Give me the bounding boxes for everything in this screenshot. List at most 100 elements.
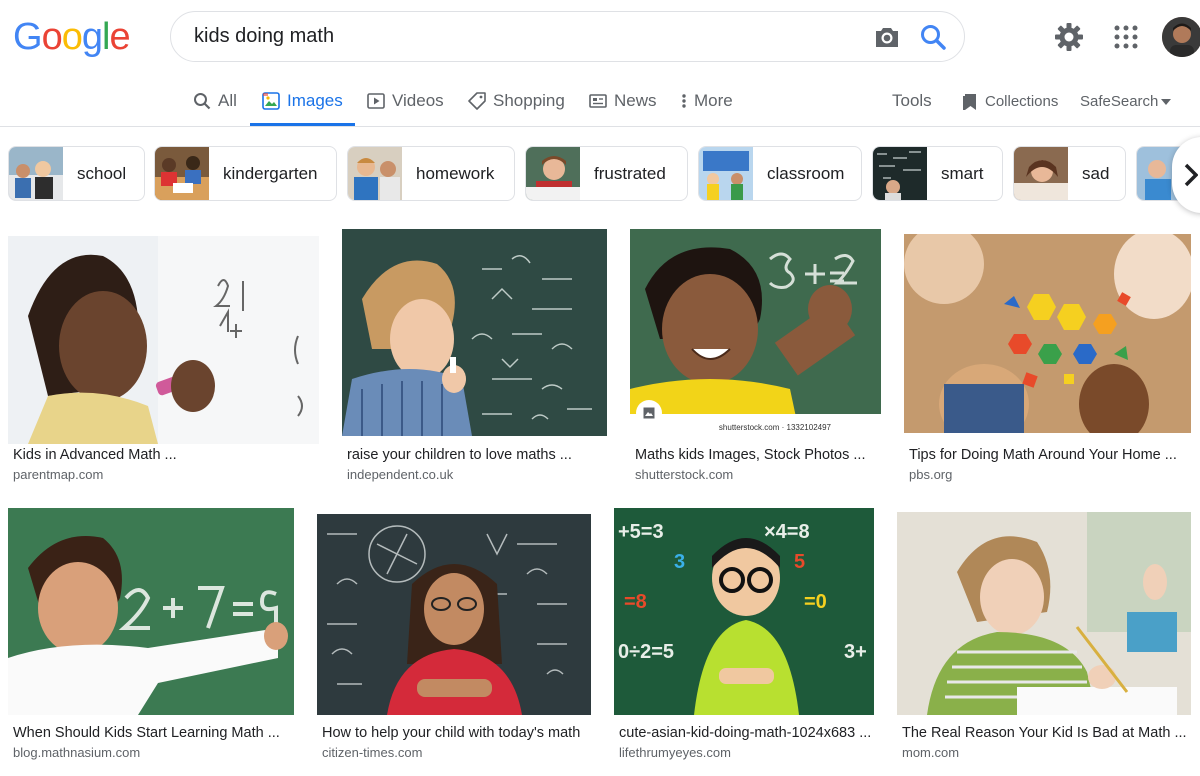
result-site[interactable]: parentmap.com [13,467,103,482]
bookmark-icon [963,94,976,110]
tab-label: News [614,91,657,110]
image-result[interactable]: When Should Kids Start Learning Math ...… [8,508,294,770]
chip-school[interactable]: school [8,146,145,201]
result-site[interactable]: lifethrumyeyes.com [619,745,731,760]
chip-thumbnail [9,147,63,200]
chip-thumbnail [526,147,580,200]
result-title[interactable]: How to help your child with today's math [322,725,580,741]
collections-button[interactable]: Collections [962,84,1058,126]
board-digit: ×4=8 [764,521,810,543]
search-icon[interactable] [919,23,947,51]
result-title[interactable]: Tips for Doing Math Around Your Home ... [909,447,1177,463]
result-thumbnail [317,514,591,715]
search-tabs: All Images Videos Shopping News More Too… [0,84,1200,126]
result-image[interactable] [8,236,319,444]
result-title[interactable]: When Should Kids Start Learning Math ... [13,725,280,741]
search-icon [194,93,211,110]
result-image[interactable] [342,229,607,436]
related-chips: school kindergarten homework frustrated [8,146,1200,202]
tools-button[interactable]: Tools [892,84,932,126]
board-digit: 0÷2=5 [618,641,674,663]
image-result[interactable]: How to help your child with today's math… [317,508,591,770]
board-digit: 3 [674,551,685,573]
result-site[interactable]: blog.mathnasium.com [13,745,140,760]
avatar[interactable] [1162,17,1200,57]
result-site[interactable]: pbs.org [909,467,952,482]
result-image[interactable] [904,234,1191,433]
tab-images[interactable]: Images [250,84,355,126]
image-result[interactable]: Tips for Doing Math Around Your Home ...… [904,229,1191,489]
result-thumbnail [630,229,881,436]
image-result[interactable]: raise your children to love maths ... in… [342,229,607,489]
header-divider [0,126,1200,127]
apps-grid-icon[interactable] [1114,25,1138,49]
result-image[interactable]: shutterstock.com · 1332102497 [630,229,881,436]
logo-letter: o [41,16,63,58]
tab-label: Images [287,91,343,110]
chip-label: homework [416,163,495,183]
image-result[interactable]: The Real Reason Your Kid Is Bad at Math … [897,508,1191,770]
image-icon [262,92,280,110]
chip-sad[interactable]: sad [1013,146,1126,201]
logo-letter: G [13,16,43,58]
result-image[interactable] [317,514,591,715]
result-image[interactable] [897,512,1191,715]
chip-thumbnail [873,147,927,200]
image-watermark: shutterstock.com · 1332102497 [718,423,831,432]
image-result[interactable]: Kids in Advanced Math ... parentmap.com [8,229,319,489]
logo-letter: g [81,16,103,58]
result-thumbnail [8,508,294,715]
chip-thumbnail [699,147,753,200]
chip-label: school [77,163,127,183]
chip-thumbnail [1014,147,1068,200]
result-site[interactable]: mom.com [902,745,959,760]
chip-label: frustrated [594,163,666,183]
safesearch-button[interactable]: SafeSearch [1080,84,1172,126]
result-title[interactable]: cute-asian-kid-doing-math-1024x683 ... [619,725,871,741]
camera-icon[interactable] [873,24,901,50]
tab-label: All [218,91,237,110]
search-input[interactable]: kids doing math [194,25,964,48]
result-title[interactable]: raise your children to love maths ... [347,447,572,463]
logo-letter: e [109,16,130,58]
tab-news[interactable]: News [589,84,657,126]
logo-letter: o [61,16,83,58]
avatar-image [1162,17,1200,57]
tools-label: Tools [892,91,932,110]
tab-more[interactable]: More [680,84,733,126]
result-image[interactable]: +5=3 =8 0÷2=5 ×4=8 =0 3+ 3 5 [614,508,874,715]
tab-label: More [694,91,733,110]
caret-down-icon [1161,99,1172,105]
result-site[interactable]: shutterstock.com [635,467,733,482]
tab-shopping[interactable]: Shopping [468,84,565,126]
google-logo[interactable]: Google [13,16,131,59]
tab-videos[interactable]: Videos [367,84,444,126]
result-site[interactable]: citizen-times.com [322,745,422,760]
chip-classroom[interactable]: classroom [698,146,862,201]
chip-thumbnail [155,147,209,200]
result-title[interactable]: The Real Reason Your Kid Is Bad at Math … [902,725,1187,741]
result-thumbnail [897,512,1191,715]
result-title[interactable]: Kids in Advanced Math ... [13,447,177,463]
board-digit: 3+ [844,641,867,663]
image-icon [643,407,655,419]
chip-label: sad [1082,163,1110,183]
image-badge [636,400,662,426]
safesearch-label: SafeSearch [1080,93,1159,110]
result-site[interactable]: independent.co.uk [347,467,453,482]
chip-label: smart [941,163,984,183]
chip-label: kindergarten [223,163,318,183]
gear-icon[interactable] [1054,22,1084,52]
chip-frustrated[interactable]: frustrated [525,146,688,201]
board-digit: =0 [804,591,827,613]
image-result[interactable]: shutterstock.com · 1332102497 Maths kids… [630,229,881,489]
image-result[interactable]: +5=3 =8 0÷2=5 ×4=8 =0 3+ 3 5 cute-asian-… [614,508,874,770]
tab-all[interactable]: All [193,84,237,126]
search-box[interactable]: kids doing math [170,11,965,62]
chip-smart[interactable]: smart [872,146,1003,201]
chip-kindergarten[interactable]: kindergarten [154,146,337,201]
tab-label: Shopping [493,91,565,110]
chip-homework[interactable]: homework [347,146,515,201]
result-title[interactable]: Maths kids Images, Stock Photos ... [635,447,866,463]
result-image[interactable] [8,508,294,715]
